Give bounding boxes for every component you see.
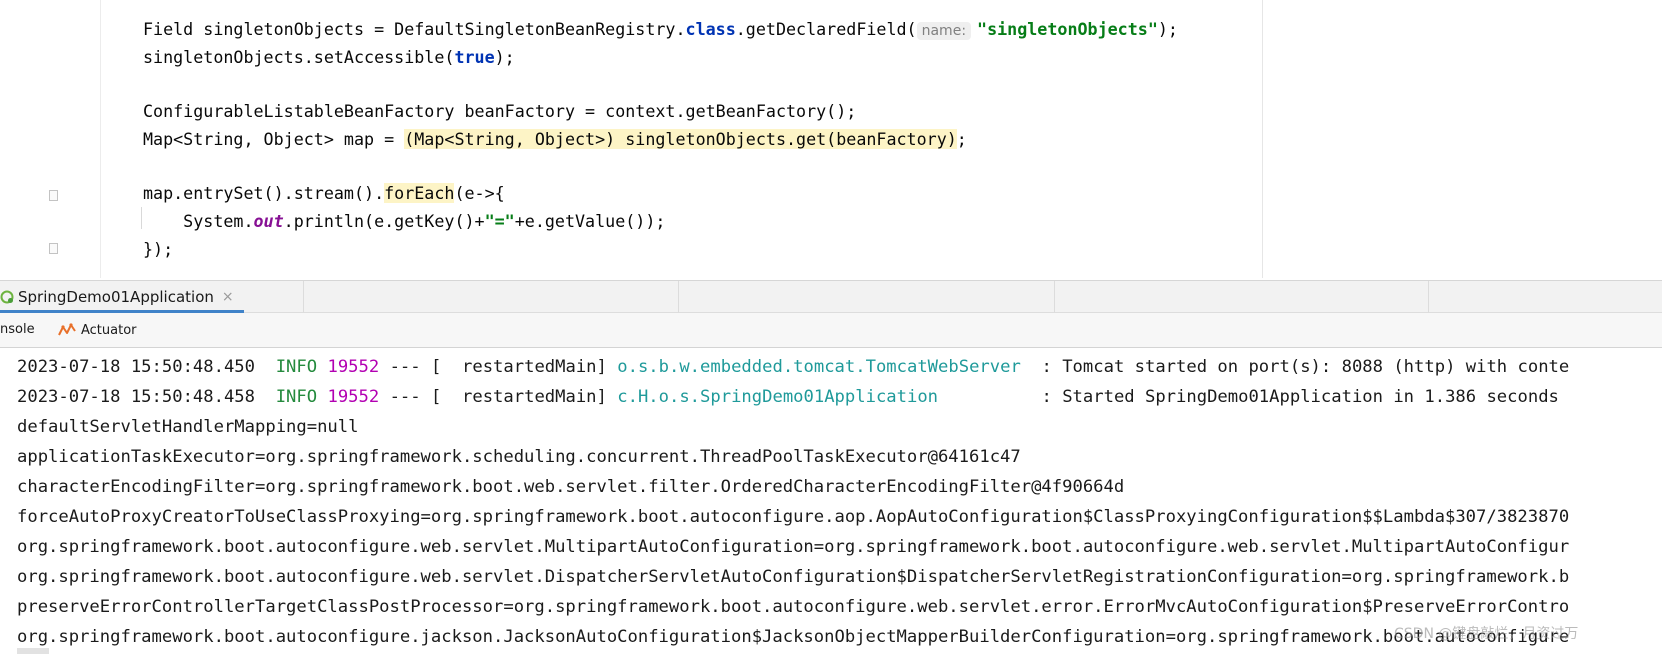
header-divider — [678, 281, 679, 313]
header-divider — [1054, 281, 1055, 313]
indent-guide — [141, 207, 142, 229]
console-line: characterEncodingFilter=org.springframew… — [17, 477, 1125, 497]
code-line-6[interactable]: System.out.println(e.getKey()+"="+e.getV… — [143, 208, 665, 234]
watermark: CSDN @键盘敲烂，月资过万 — [1394, 626, 1579, 642]
code-line-4[interactable]: Map<String, Object> map = (Map<String, O… — [143, 126, 967, 152]
console-line: org.springframework.boot.autoconfigure.w… — [17, 567, 1570, 587]
fold-close-icon[interactable] — [49, 243, 58, 254]
run-tab[interactable]: SpringDemo01Application × — [0, 281, 244, 313]
code-line-3[interactable]: ConfigurableListableBeanFactory beanFact… — [143, 98, 856, 124]
tab-actuator-label: Actuator — [81, 322, 137, 338]
close-icon[interactable]: × — [222, 289, 234, 305]
fold-open-icon[interactable] — [49, 190, 58, 201]
log-line: 2023-07-18 15:50:48.450 INFO 19552 --- [… — [17, 357, 1570, 377]
console-line: forceAutoProxyCreatorToUseClassProxying=… — [17, 507, 1570, 527]
spring-run-icon — [0, 290, 14, 304]
run-subtabs: nsole Actuator — [0, 313, 1662, 348]
log-line: 2023-07-18 15:50:48.458 INFO 19552 --- [… — [17, 387, 1559, 407]
code-editor[interactable]: Field singletonObjects = DefaultSingleto… — [0, 0, 1662, 278]
run-tab-label: SpringDemo01Application — [18, 288, 214, 306]
console-line: org.springframework.boot.autoconfigure.j… — [17, 627, 1570, 647]
tab-actuator[interactable]: Actuator — [58, 313, 137, 347]
code-line-2[interactable]: singletonObjects.setAccessible(true); — [143, 44, 515, 70]
code-line-5[interactable]: map.entrySet().stream().forEach(e->{ — [143, 180, 505, 206]
parameter-hint: name: — [916, 22, 972, 40]
console-line: preserveErrorControllerTargetClassPostPr… — [17, 597, 1570, 617]
console-output[interactable]: 2023-07-18 15:50:48.450 INFO 19552 --- [… — [0, 348, 1662, 654]
editor-gutter — [0, 0, 101, 278]
run-tool-window-header: SpringDemo01Application × — [0, 280, 1662, 313]
tab-console-label: nsole — [0, 322, 35, 337]
console-line: defaultServletHandlerMapping=null — [17, 417, 359, 437]
horizontal-scrollbar[interactable] — [17, 648, 49, 654]
header-divider — [1428, 281, 1429, 313]
actuator-icon — [58, 323, 76, 336]
console-line: org.springframework.boot.autoconfigure.w… — [17, 537, 1570, 557]
tab-console[interactable]: nsole — [0, 313, 35, 347]
cast-highlight: (Map<String, Object>) singletonObjects.g… — [404, 129, 957, 149]
code-line-7[interactable]: }); — [143, 236, 173, 262]
code-line-1[interactable]: Field singletonObjects = DefaultSingleto… — [143, 16, 1178, 42]
foreach-highlight: forEach — [384, 183, 455, 203]
console-line: applicationTaskExecutor=org.springframew… — [17, 447, 1021, 467]
right-margin-guide — [1262, 0, 1263, 278]
header-divider — [303, 281, 304, 313]
